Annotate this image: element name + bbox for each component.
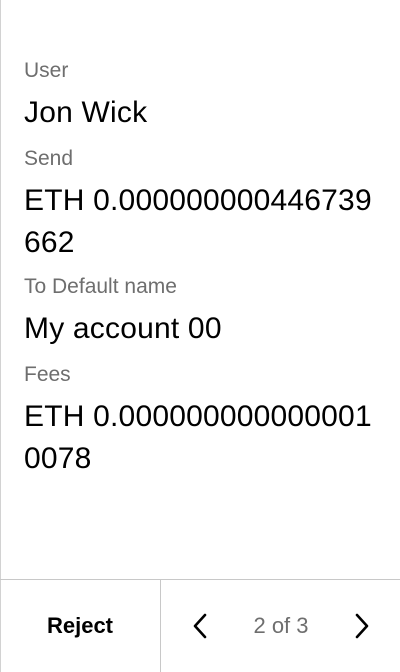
chevron-right-icon bbox=[355, 613, 369, 639]
page-indicator: 2 of 3 bbox=[253, 613, 309, 638]
fees-amount: ETH 0.0000000000000010078 bbox=[24, 400, 372, 475]
to-label: To Default name bbox=[24, 275, 177, 298]
user-value: Jon Wick bbox=[24, 96, 148, 129]
previous-page-button[interactable] bbox=[181, 604, 221, 648]
next-page-button[interactable] bbox=[341, 604, 381, 648]
left-edge-border bbox=[0, 0, 1, 672]
reject-button[interactable]: Reject bbox=[0, 580, 160, 672]
send-label: Send bbox=[24, 147, 74, 170]
action-footer: Reject 2 of 3 bbox=[0, 579, 400, 672]
chevron-left-icon bbox=[193, 613, 207, 639]
to-account: My account 00 bbox=[24, 312, 222, 345]
fees-label: Fees bbox=[24, 363, 71, 386]
user-label: User bbox=[24, 59, 69, 82]
send-amount: ETH 0.000000000446739662 bbox=[24, 184, 372, 259]
page-navigation: 2 of 3 bbox=[161, 580, 400, 672]
